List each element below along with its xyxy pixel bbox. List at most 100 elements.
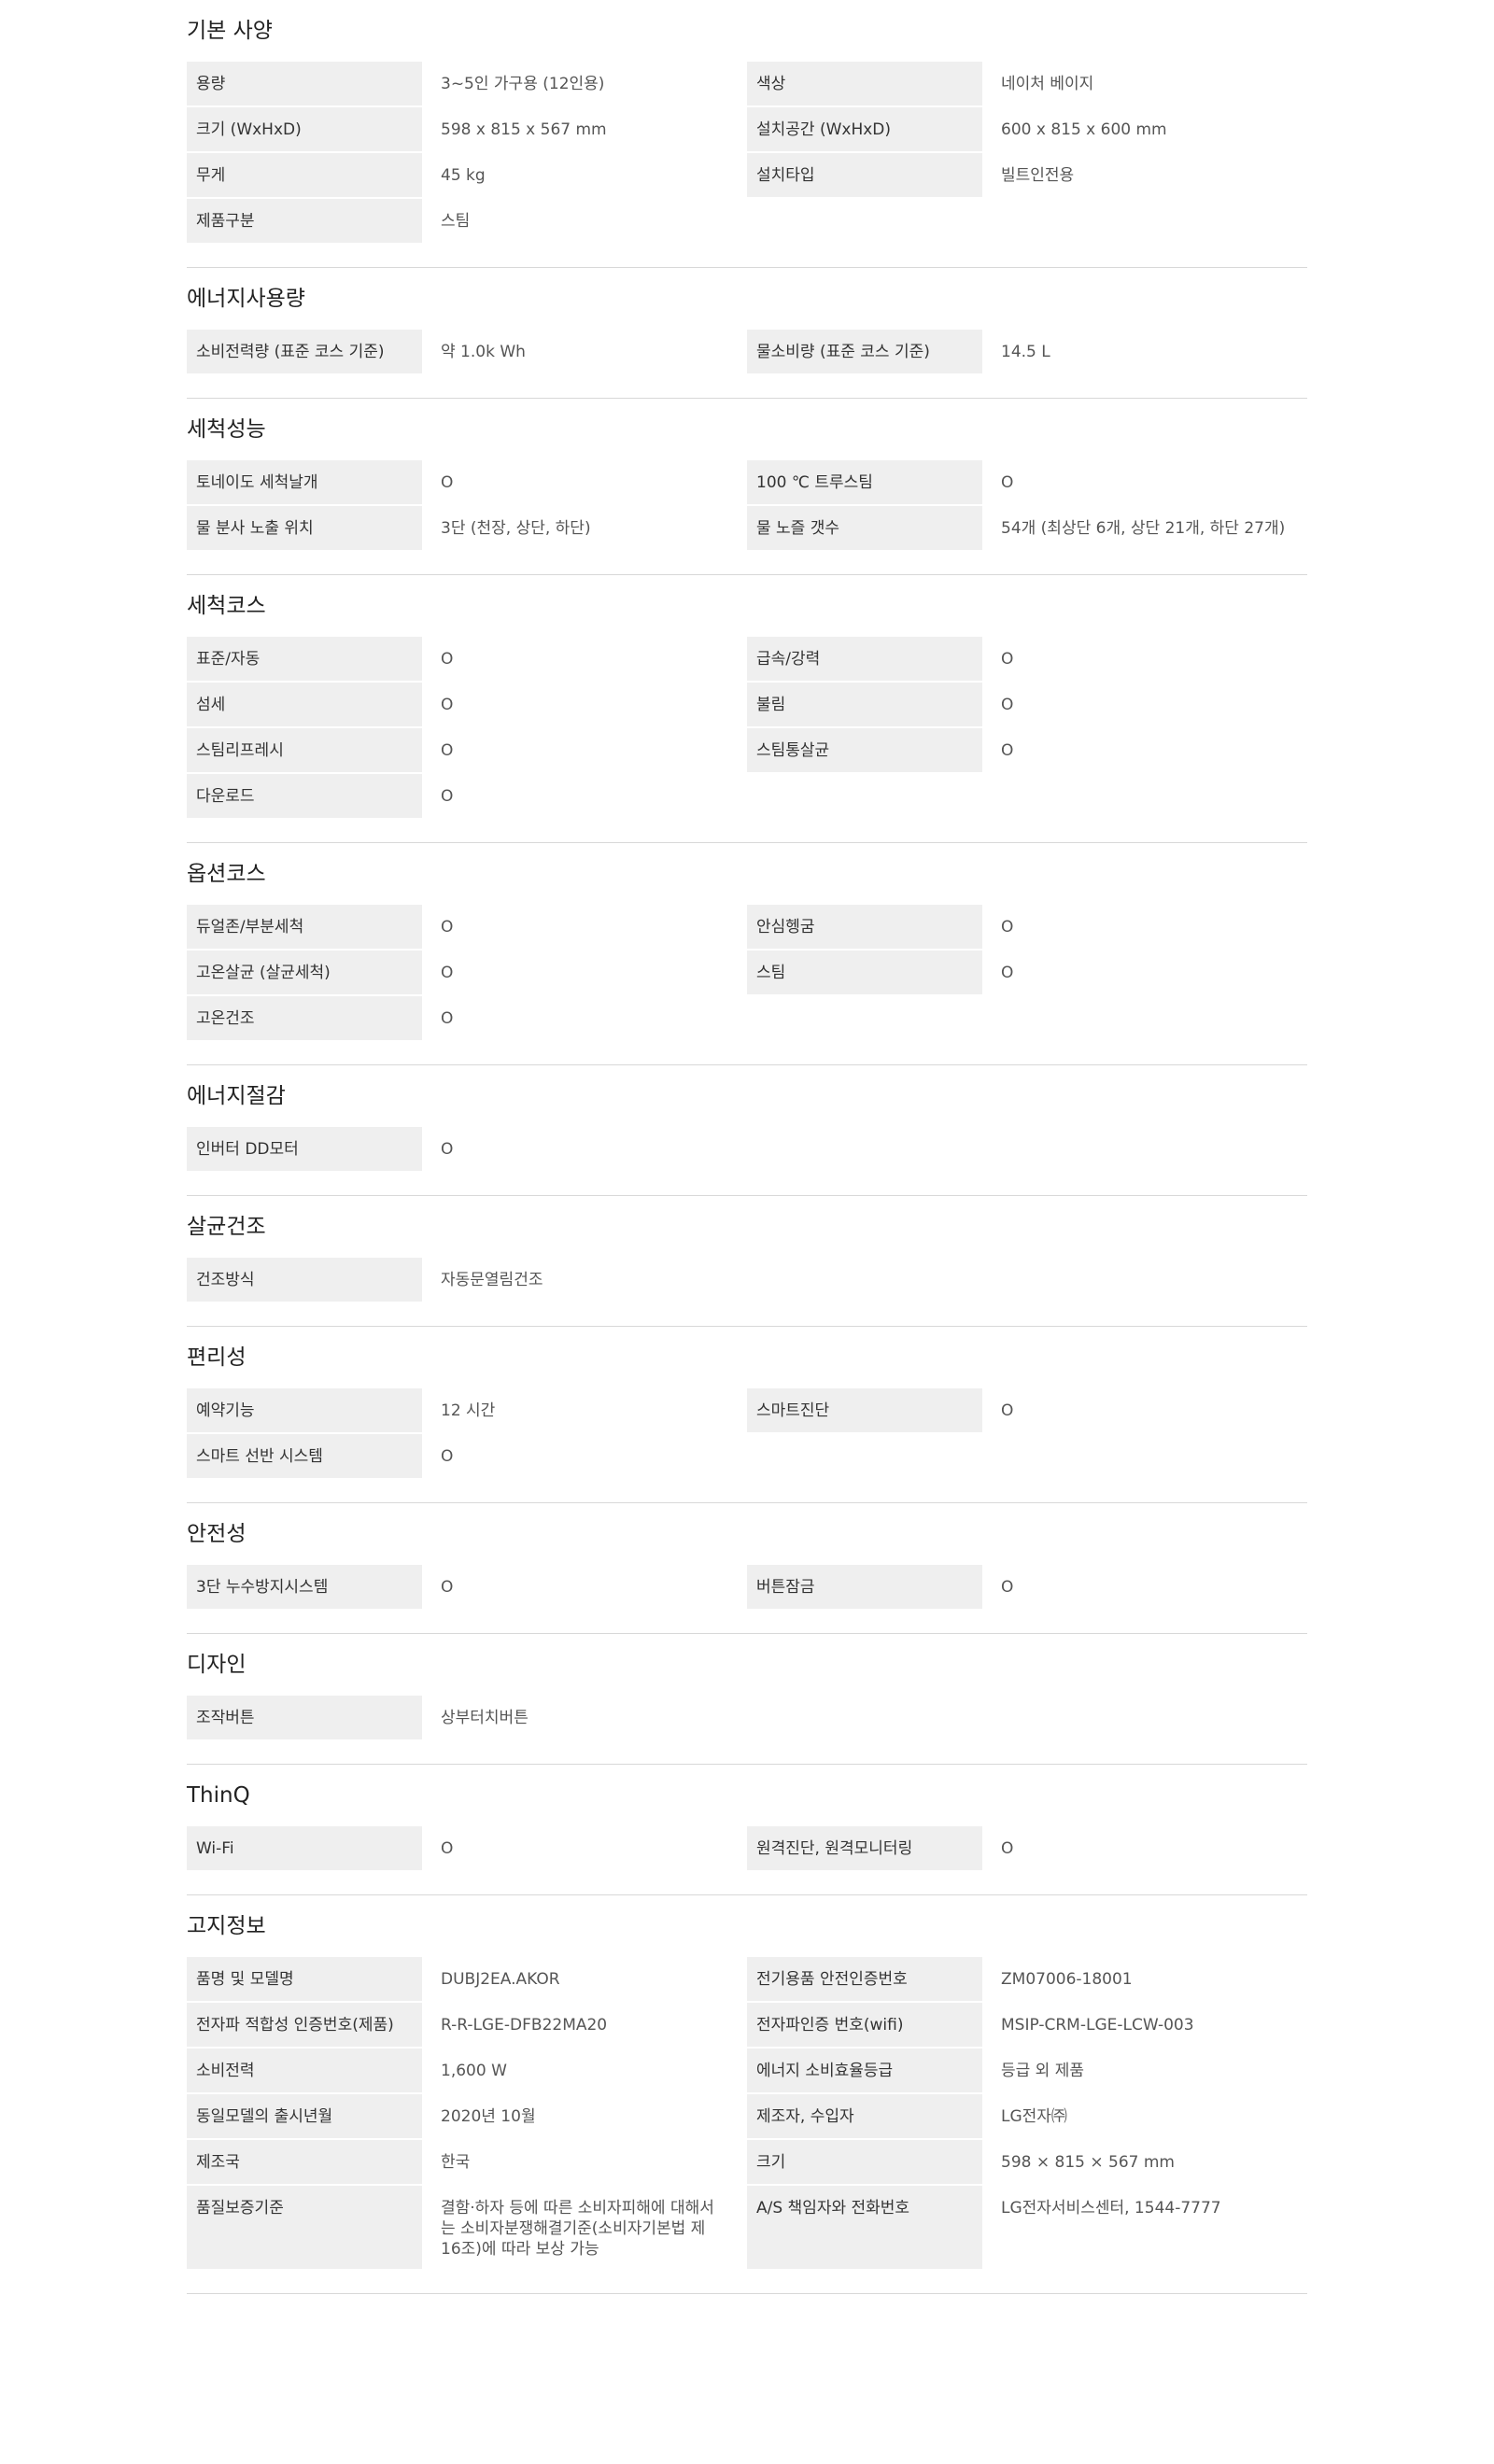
spec-item: 소비전력 1,600 W (187, 2049, 747, 2092)
spec-section: 살균건조건조방식 자동문열림건조 (187, 1196, 1307, 1327)
spec-value: 45 kg (441, 166, 486, 185)
spec-label: 3단 누수방지시스템 (187, 1565, 422, 1609)
spec-section: ThinQ Wi-Fi O 원격진단, 원격모니터링 O (187, 1765, 1307, 1895)
spec-section: 세척성능 토네이도 세척날개 O 100 ℃ 트루스팀 O 물 분사 노출 위치 3단 (천… (187, 399, 1307, 575)
empty-cell (747, 774, 1307, 818)
spec-section: 편리성 예약기능 12 시간 스마트진단 O 스마트 선반 시스템 O (187, 1327, 1307, 1503)
spec-label: 품질보증기준 (187, 2186, 422, 2269)
spec-value: O (441, 1447, 454, 1466)
spec-label: 예약기능 (187, 1388, 422, 1432)
spec-content: 기본 사양 용량 3~5인 가구용 (12인용) 색상 네이처 베이지 크기 (WxHxD… (187, 0, 1307, 2294)
spec-item: 불림 O (747, 683, 1307, 726)
spec-item: 물소비량 (표준 코스 기준) 14.5 L (747, 330, 1307, 373)
spec-value: 한국 (441, 2153, 471, 2172)
spec-label: 고온건조 (187, 996, 422, 1040)
spec-item: 제조자, 수입자 LG전자㈜ (747, 2094, 1307, 2138)
section-title: ThinQ (187, 1783, 250, 1808)
spec-label: 건조방식 (187, 1258, 422, 1302)
spec-section: 에너지사용량소비전력량 (표준 코스 기준) 약 1.0k Wh 물소비량 (표준 … (187, 268, 1307, 399)
section-title: 살균건조 (187, 1215, 266, 1239)
spec-label: 조작버튼 (187, 1696, 422, 1739)
spec-item: 크기 (WxHxD) 598 x 815 x 567 mm (187, 107, 747, 151)
spec-item: 전자파 적합성 인증번호(제품) R-R-LGE-DFB22MA20 (187, 2003, 747, 2047)
spec-value: 2020년 10월 (441, 2107, 536, 2126)
spec-grid: 듀얼존/부분세척 O 안심헹굼 O 고온살균 (살균세척) O 스팀 O 고온건조 O (187, 905, 1307, 1040)
spec-item: 100 ℃ 트루스팀 O (747, 460, 1307, 504)
spec-label: 제조국 (187, 2140, 422, 2184)
spec-label: 크기 (747, 2140, 982, 2184)
spec-label: 토네이도 세척날개 (187, 460, 422, 504)
empty-cell (747, 199, 1307, 243)
spec-item: 물 분사 노출 위치 3단 (천장, 상단, 하단) (187, 506, 747, 550)
spec-value: O (441, 741, 454, 760)
spec-item: 스마트진단 O (747, 1388, 1307, 1432)
spec-item: 3단 누수방지시스템 O (187, 1565, 747, 1609)
spec-value: O (441, 964, 454, 982)
spec-value: O (441, 650, 454, 669)
spec-grid: 3단 누수방지시스템 O 버튼잠금 O (187, 1565, 1307, 1609)
spec-label: 소비전력 (187, 2049, 422, 2092)
spec-label: 물 분사 노출 위치 (187, 506, 422, 550)
empty-cell (747, 1258, 1307, 1302)
spec-label: 안심헹굼 (747, 905, 982, 949)
spec-value: ZM07006-18001 (1001, 1970, 1133, 1989)
spec-label: 표준/자동 (187, 637, 422, 681)
spec-item: 물 노즐 갯수 54개 (최상단 6개, 상단 21개, 하단 27개) (747, 506, 1307, 550)
spec-label: 인버터 DD모터 (187, 1127, 422, 1171)
spec-value: 결함·하자 등에 따른 소비자피해에 대해서 는 소비자분쟁해결기준(소비자기본… (441, 2199, 714, 2259)
spec-section: 기본 사양 용량 3~5인 가구용 (12인용) 색상 네이처 베이지 크기 (WxHxD… (187, 0, 1307, 268)
spec-value: 빌트인전용 (1001, 166, 1075, 185)
spec-value: 약 1.0k Wh (441, 343, 526, 361)
spec-value: O (1001, 741, 1014, 760)
spec-item: 급속/강력 O (747, 637, 1307, 681)
spec-value: 3단 (천장, 상단, 하단) (441, 519, 591, 538)
spec-label: 소비전력량 (표준 코스 기준) (187, 330, 422, 373)
spec-item: 동일모델의 출시년월 2020년 10월 (187, 2094, 747, 2138)
section-title: 세척성능 (187, 417, 266, 442)
spec-label: 설치타입 (747, 153, 982, 197)
spec-grid: 예약기능 12 시간 스마트진단 O 스마트 선반 시스템 O (187, 1388, 1307, 1478)
spec-item: 스팀통살균 O (747, 728, 1307, 772)
empty-cell (747, 1696, 1307, 1739)
spec-value: MSIP-CRM-LGE-LCW-003 (1001, 2016, 1194, 2035)
spec-value: O (1001, 650, 1014, 669)
spec-value: 54개 (최상단 6개, 상단 21개, 하단 27개) (1001, 519, 1286, 538)
section-title: 에너지사용량 (187, 287, 305, 311)
empty-cell (747, 996, 1307, 1040)
spec-value: O (441, 473, 454, 492)
spec-item: 용량 3~5인 가구용 (12인용) (187, 62, 747, 106)
spec-value: O (441, 918, 454, 936)
spec-value: 스팀 (441, 212, 471, 231)
spec-value: O (441, 1839, 454, 1858)
spec-label: 100 ℃ 트루스팀 (747, 460, 982, 504)
spec-grid: 소비전력량 (표준 코스 기준) 약 1.0k Wh 물소비량 (표준 코스 기준)… (187, 330, 1307, 373)
spec-item: 에너지 소비효율등급 등급 외 제품 (747, 2049, 1307, 2092)
spec-item: 토네이도 세척날개 O (187, 460, 747, 504)
spec-grid: 표준/자동 O 급속/강력 O 섬세 O 불림 O 스팀리프레시 O 스팀통살균 O 다운로드 O (187, 637, 1307, 818)
spec-label: 원격진단, 원격모니터링 (747, 1826, 982, 1870)
spec-value: 12 시간 (441, 1401, 496, 1420)
spec-grid: 조작버튼 상부터치버튼 (187, 1696, 1307, 1739)
spec-label: 제조자, 수입자 (747, 2094, 982, 2138)
empty-cell (747, 1127, 1307, 1171)
spec-value: DUBJ2EA.AKOR (441, 1970, 560, 1989)
spec-value: 상부터치버튼 (441, 1709, 529, 1727)
spec-item: 소비전력량 (표준 코스 기준) 약 1.0k Wh (187, 330, 747, 373)
spec-value: O (1001, 918, 1014, 936)
spec-value: 3~5인 가구용 (12인용) (441, 75, 605, 93)
spec-section: 고지정보 품명 및 모델명 DUBJ2EA.AKOR 전기용품 안전인증번호 ZM070… (187, 1895, 1307, 2294)
spec-item: 고온살균 (살균세척) O (187, 950, 747, 994)
spec-value: O (441, 787, 454, 806)
spec-value: 598 x 815 x 567 mm (441, 120, 607, 139)
spec-label: 듀얼존/부분세척 (187, 905, 422, 949)
spec-item: A/S 책임자와 전화번호 LG전자서비스센터, 1544-7777 (747, 2186, 1307, 2269)
spec-item: 크기 598 × 815 × 567 mm (747, 2140, 1307, 2184)
spec-value: LG전자㈜ (1001, 2107, 1067, 2126)
spec-item: 인버터 DD모터 O (187, 1127, 747, 1171)
spec-grid: 인버터 DD모터 O (187, 1127, 1307, 1171)
spec-value: LG전자서비스센터, 1544-7777 (1001, 2199, 1221, 2218)
spec-value: 598 × 815 × 567 mm (1001, 2153, 1175, 2172)
spec-value: O (441, 1140, 454, 1159)
spec-item: 건조방식 자동문열림건조 (187, 1258, 747, 1302)
spec-label: 품명 및 모델명 (187, 1957, 422, 2001)
